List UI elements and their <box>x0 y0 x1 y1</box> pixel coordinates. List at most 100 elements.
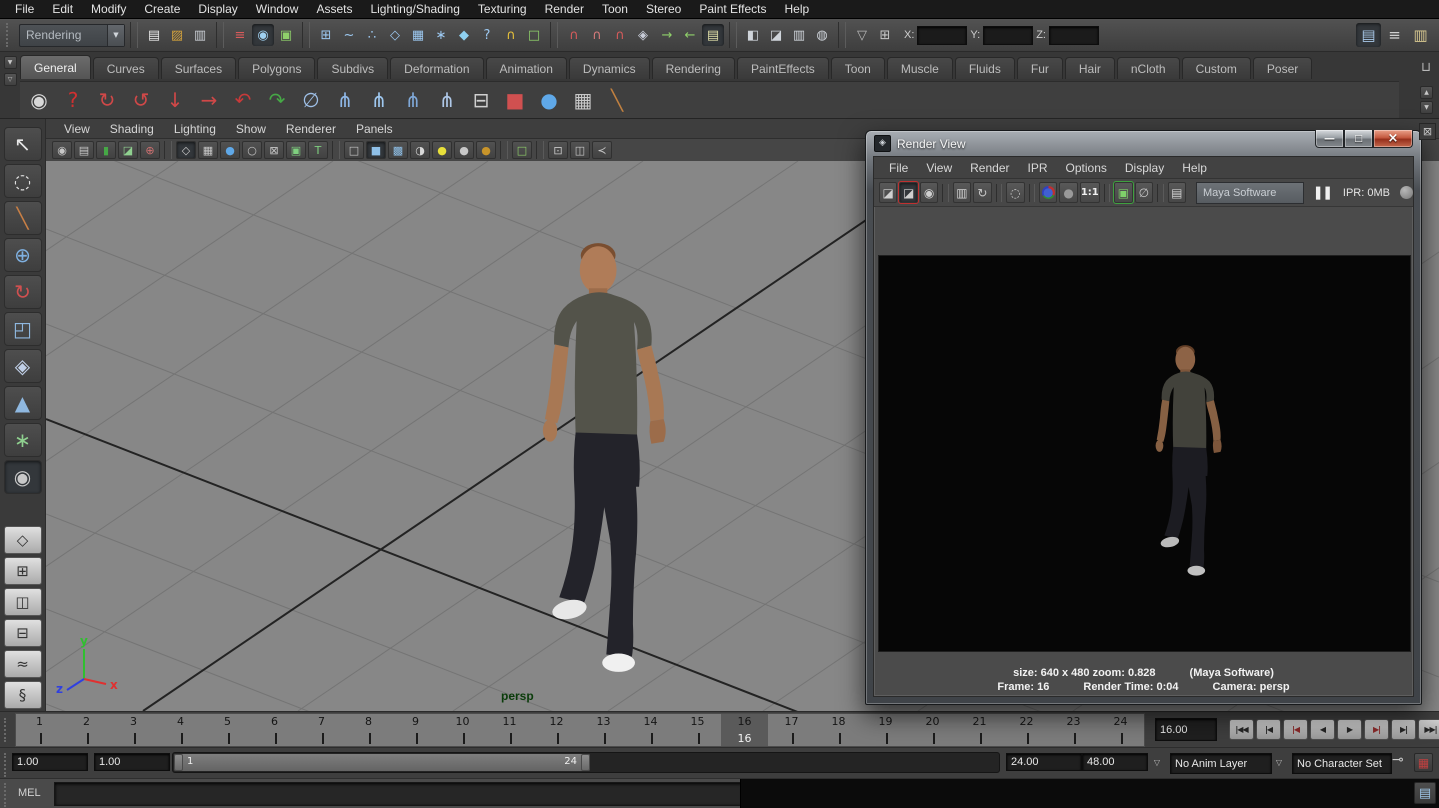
snap-point-icon[interactable]: ∴ <box>361 24 383 46</box>
open-render-view-icon[interactable]: ◧ <box>742 24 764 46</box>
timeline-frame-17[interactable]: 17 <box>768 714 815 746</box>
go-to-end-button[interactable]: ▶▶| <box>1418 719 1439 740</box>
rv-menu-view[interactable]: View <box>917 161 961 175</box>
select-hierarchy-icon[interactable]: ≡ <box>229 24 251 46</box>
select-object-type-icon[interactable]: ■ <box>500 85 530 115</box>
hypergraph-icon[interactable]: ⊟ <box>466 85 496 115</box>
open-render-settings-icon[interactable]: ▤ <box>1168 182 1186 203</box>
set-key-icon[interactable]: ⊸ <box>1392 752 1404 767</box>
renderer-selector[interactable]: Maya Software <box>1196 182 1304 204</box>
shelf-tab-subdivs[interactable]: Subdivs <box>317 57 388 79</box>
rv-menu-render[interactable]: Render <box>961 161 1018 175</box>
select-component-icon[interactable]: ▣ <box>275 24 297 46</box>
menu-window[interactable]: Window <box>247 0 308 19</box>
shelf-tab-painteffects[interactable]: PaintEffects <box>737 57 829 79</box>
snap-surface-icon[interactable]: ∗ <box>430 24 452 46</box>
undo-icon[interactable]: ↶ <box>228 85 258 115</box>
alpha-channel-icon[interactable]: ● <box>1059 182 1077 203</box>
isolate-select-icon[interactable]: □ <box>512 141 532 159</box>
close-button[interactable]: × <box>1373 130 1413 148</box>
step-back-frame-button[interactable]: |◀ <box>1256 719 1281 740</box>
panel-menu-panels[interactable]: Panels <box>346 122 403 136</box>
go-to-start-button[interactable]: |◀◀ <box>1229 719 1254 740</box>
save-scene-icon[interactable]: ▥ <box>189 24 211 46</box>
timeline-frame-11[interactable]: 11 <box>486 714 533 746</box>
bookmarks-icon[interactable]: ▮ <box>96 141 116 159</box>
wireframe-on-shaded-icon[interactable]: ⊡ <box>548 141 568 159</box>
pan-zoom-icon[interactable]: ⊕ <box>140 141 160 159</box>
select-polygons-icon[interactable]: ▦ <box>568 85 598 115</box>
select-tool-icon[interactable]: ↖ <box>4 127 42 161</box>
render-view-titlebar[interactable]: ◈ Render View —□× <box>866 131 1421 156</box>
timeline-frame-1[interactable]: 1 <box>16 714 63 746</box>
timeline-frame-24[interactable]: 24 <box>1097 714 1144 746</box>
select-camera-icon[interactable]: ◉ <box>52 141 72 159</box>
timeline-frame-8[interactable]: 8 <box>345 714 392 746</box>
image-plane-icon[interactable]: ◪ <box>118 141 138 159</box>
layout-single-pane-icon[interactable]: ◇ <box>4 526 42 554</box>
camera-attributes-icon[interactable]: ▤ <box>74 141 94 159</box>
minimize-button[interactable]: — <box>1315 130 1344 148</box>
show-tool-settings-icon[interactable]: ≡ <box>1382 23 1407 47</box>
animation-end-input[interactable] <box>1082 753 1148 771</box>
panel-menu-shading[interactable]: Shading <box>100 122 164 136</box>
rgb-channels-icon[interactable]: ● <box>1039 182 1057 203</box>
maximize-button[interactable]: □ <box>1344 130 1373 148</box>
animation-start-input[interactable] <box>12 753 88 771</box>
play-forwards-button[interactable]: ▶ <box>1337 719 1362 740</box>
ipr-render-icon[interactable]: ▥ <box>788 24 810 46</box>
anim-layer-menu-icon[interactable]: ▽ <box>1150 756 1164 770</box>
pause-ipr-icon[interactable]: ▌▌ <box>1316 185 1335 200</box>
timeline-frame-7[interactable]: 7 <box>298 714 345 746</box>
ungroup-icon[interactable]: ⋔ <box>364 85 394 115</box>
character-set-selector[interactable] <box>1292 753 1392 774</box>
step-forward-key-button[interactable]: ▶| <box>1364 719 1389 740</box>
range-start-handle[interactable] <box>174 754 183 771</box>
delete-icon[interactable]: ∅ <box>296 85 326 115</box>
command-language-toggle[interactable]: MEL <box>18 787 41 799</box>
current-time-input[interactable] <box>1155 718 1217 741</box>
menu-lighting-shading[interactable]: Lighting/Shading <box>361 0 468 19</box>
safe-title-icon[interactable]: T <box>308 141 328 159</box>
shelf-tab-dynamics[interactable]: Dynamics <box>569 57 650 79</box>
menu-modify[interactable]: Modify <box>82 0 135 19</box>
timeline-frame-23[interactable]: 23 <box>1050 714 1097 746</box>
snapshot-icon[interactable]: ◉ <box>920 182 938 203</box>
region-render-icon[interactable]: ◌ <box>1006 182 1024 203</box>
timeline-frame-21[interactable]: 21 <box>956 714 1003 746</box>
shelf-tab-polygons[interactable]: Polygons <box>238 57 315 79</box>
timeline-frame-14[interactable]: 14 <box>627 714 674 746</box>
paint-selection-icon[interactable]: ╲ <box>602 85 632 115</box>
menu-assets[interactable]: Assets <box>307 0 361 19</box>
rv-menu-file[interactable]: File <box>880 161 917 175</box>
xray-icon[interactable]: ◫ <box>570 141 590 159</box>
anim-layer-selector[interactable] <box>1170 753 1272 774</box>
character-set-menu-icon[interactable]: ▽ <box>1272 756 1286 770</box>
panel-menu-lighting[interactable]: Lighting <box>164 122 226 136</box>
shelf-tab-custom[interactable]: Custom <box>1182 57 1251 79</box>
layout-four-pane-icon[interactable]: ⊞ <box>4 557 42 585</box>
remove-image-icon[interactable]: ∅ <box>1135 182 1153 203</box>
y-coordinate-input[interactable] <box>983 26 1033 45</box>
move-tool-icon[interactable]: ⊕ <box>4 238 42 272</box>
smooth-shade-icon[interactable]: ■ <box>366 141 386 159</box>
timeline-frame-5[interactable]: 5 <box>204 714 251 746</box>
safe-action-icon[interactable]: ▣ <box>286 141 306 159</box>
snap-align-points-icon[interactable]: ∩ <box>609 24 631 46</box>
field-chart-icon[interactable]: ⊠ <box>264 141 284 159</box>
timeline-frame-20[interactable]: 20 <box>909 714 956 746</box>
lasso-tool-icon[interactable]: ◌ <box>4 164 42 198</box>
outputs-from-selected-icon[interactable]: ← <box>679 24 701 46</box>
rotate-tool-icon[interactable]: ↻ <box>4 275 42 309</box>
flat-lighting-icon[interactable]: ● <box>454 141 474 159</box>
menu-edit[interactable]: Edit <box>43 0 82 19</box>
shelf-scroll-up-icon[interactable]: ▲ <box>1420 86 1433 99</box>
timeline-frame-12[interactable]: 12 <box>533 714 580 746</box>
grid-toggle-icon[interactable]: ◇ <box>176 141 196 159</box>
playback-end-input[interactable] <box>1006 753 1082 771</box>
playblast-icon[interactable]: ◉ <box>24 85 54 115</box>
drag-handle[interactable] <box>4 753 12 777</box>
rendered-image-area[interactable] <box>878 255 1411 652</box>
timeline-frame-18[interactable]: 18 <box>815 714 862 746</box>
menu-create[interactable]: Create <box>135 0 189 19</box>
